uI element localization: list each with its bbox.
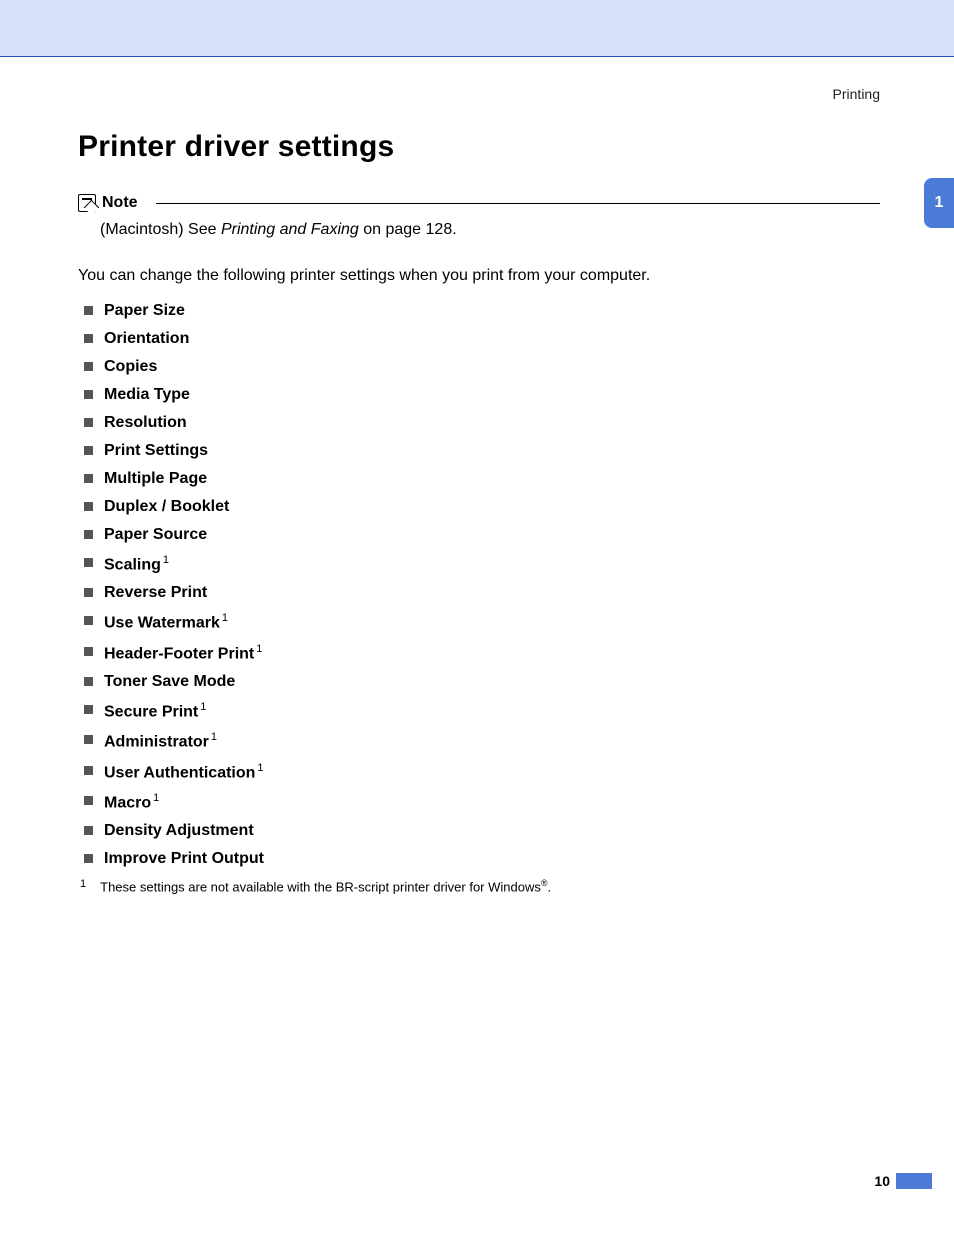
note-body: (Macintosh) See Printing and Faxing on p…	[100, 218, 880, 242]
list-item: Use Watermark1	[84, 612, 880, 632]
footnote-num: 1	[80, 878, 86, 894]
list-item: Reverse Print	[84, 584, 880, 602]
setting-label: Secure Print	[104, 703, 198, 720]
list-item: Orientation	[84, 330, 880, 348]
note-prefix: (Macintosh) See	[100, 221, 221, 238]
running-header: Printing	[833, 86, 880, 102]
list-item: Scaling1	[84, 554, 880, 574]
setting-label: Print Settings	[104, 442, 208, 459]
footnote: 1 These settings are not available with …	[78, 878, 880, 894]
setting-label: Paper Source	[104, 526, 207, 543]
setting-label: Use Watermark	[104, 615, 220, 632]
note-link[interactable]: Printing and Faxing	[221, 221, 359, 238]
setting-sup: 1	[211, 731, 217, 743]
list-item: Administrator1	[84, 731, 880, 751]
setting-sup: 1	[153, 792, 159, 804]
setting-sup: 1	[200, 701, 206, 713]
list-item: Macro1	[84, 792, 880, 812]
setting-label: Improve Print Output	[104, 850, 264, 867]
list-item: Media Type	[84, 386, 880, 404]
setting-label: Macro	[104, 794, 151, 811]
footnote-text: These settings are not available with th…	[100, 878, 551, 894]
list-item: Density Adjustment	[84, 822, 880, 840]
registered-mark: ®	[541, 878, 548, 888]
setting-label: Density Adjustment	[104, 822, 254, 839]
page-title: Printer driver settings	[78, 130, 880, 164]
list-item: Duplex / Booklet	[84, 498, 880, 516]
list-item: Paper Source	[84, 526, 880, 544]
setting-label: Header-Footer Print	[104, 645, 254, 662]
setting-label: Copies	[104, 358, 157, 375]
list-item: Print Settings	[84, 442, 880, 460]
setting-sup: 1	[256, 643, 262, 655]
list-item: Copies	[84, 358, 880, 376]
page-content: Printer driver settings Note (Macintosh)…	[78, 130, 880, 895]
page-number-bar	[896, 1173, 932, 1189]
list-item: Header-Footer Print1	[84, 643, 880, 663]
footnote-before: These settings are not available with th…	[100, 880, 541, 895]
top-divider	[0, 56, 954, 57]
setting-label: Toner Save Mode	[104, 673, 235, 690]
setting-label: Reverse Print	[104, 584, 207, 601]
page-number: 10	[874, 1173, 890, 1189]
setting-sup: 1	[257, 762, 263, 774]
list-item: Improve Print Output	[84, 850, 880, 868]
note-label: Note	[102, 194, 138, 212]
setting-label: User Authentication	[104, 764, 255, 781]
list-item: Secure Print1	[84, 701, 880, 721]
intro-text: You can change the following printer set…	[78, 264, 880, 288]
setting-label: Resolution	[104, 414, 187, 431]
list-item: Resolution	[84, 414, 880, 432]
setting-label: Administrator	[104, 734, 209, 751]
note-icon	[78, 194, 96, 212]
setting-label: Paper Size	[104, 302, 185, 319]
note-suffix: on page 128.	[359, 221, 457, 238]
note-block: Note (Macintosh) See Printing and Faxing…	[78, 194, 880, 242]
setting-label: Scaling	[104, 556, 161, 573]
setting-label: Media Type	[104, 386, 190, 403]
section-tab: 1	[924, 178, 954, 228]
list-item: Toner Save Mode	[84, 673, 880, 691]
setting-sup: 1	[222, 612, 228, 624]
list-item: User Authentication1	[84, 762, 880, 782]
settings-list: Paper Size Orientation Copies Media Type Res…	[78, 302, 880, 868]
setting-label: Duplex / Booklet	[104, 498, 229, 515]
setting-label: Multiple Page	[104, 470, 207, 487]
footnote-after: .	[548, 880, 552, 895]
top-banner	[0, 0, 954, 56]
setting-label: Orientation	[104, 330, 189, 347]
list-item: Paper Size	[84, 302, 880, 320]
note-header: Note	[78, 194, 880, 212]
setting-sup: 1	[163, 554, 169, 566]
list-item: Multiple Page	[84, 470, 880, 488]
note-rule	[156, 203, 880, 204]
